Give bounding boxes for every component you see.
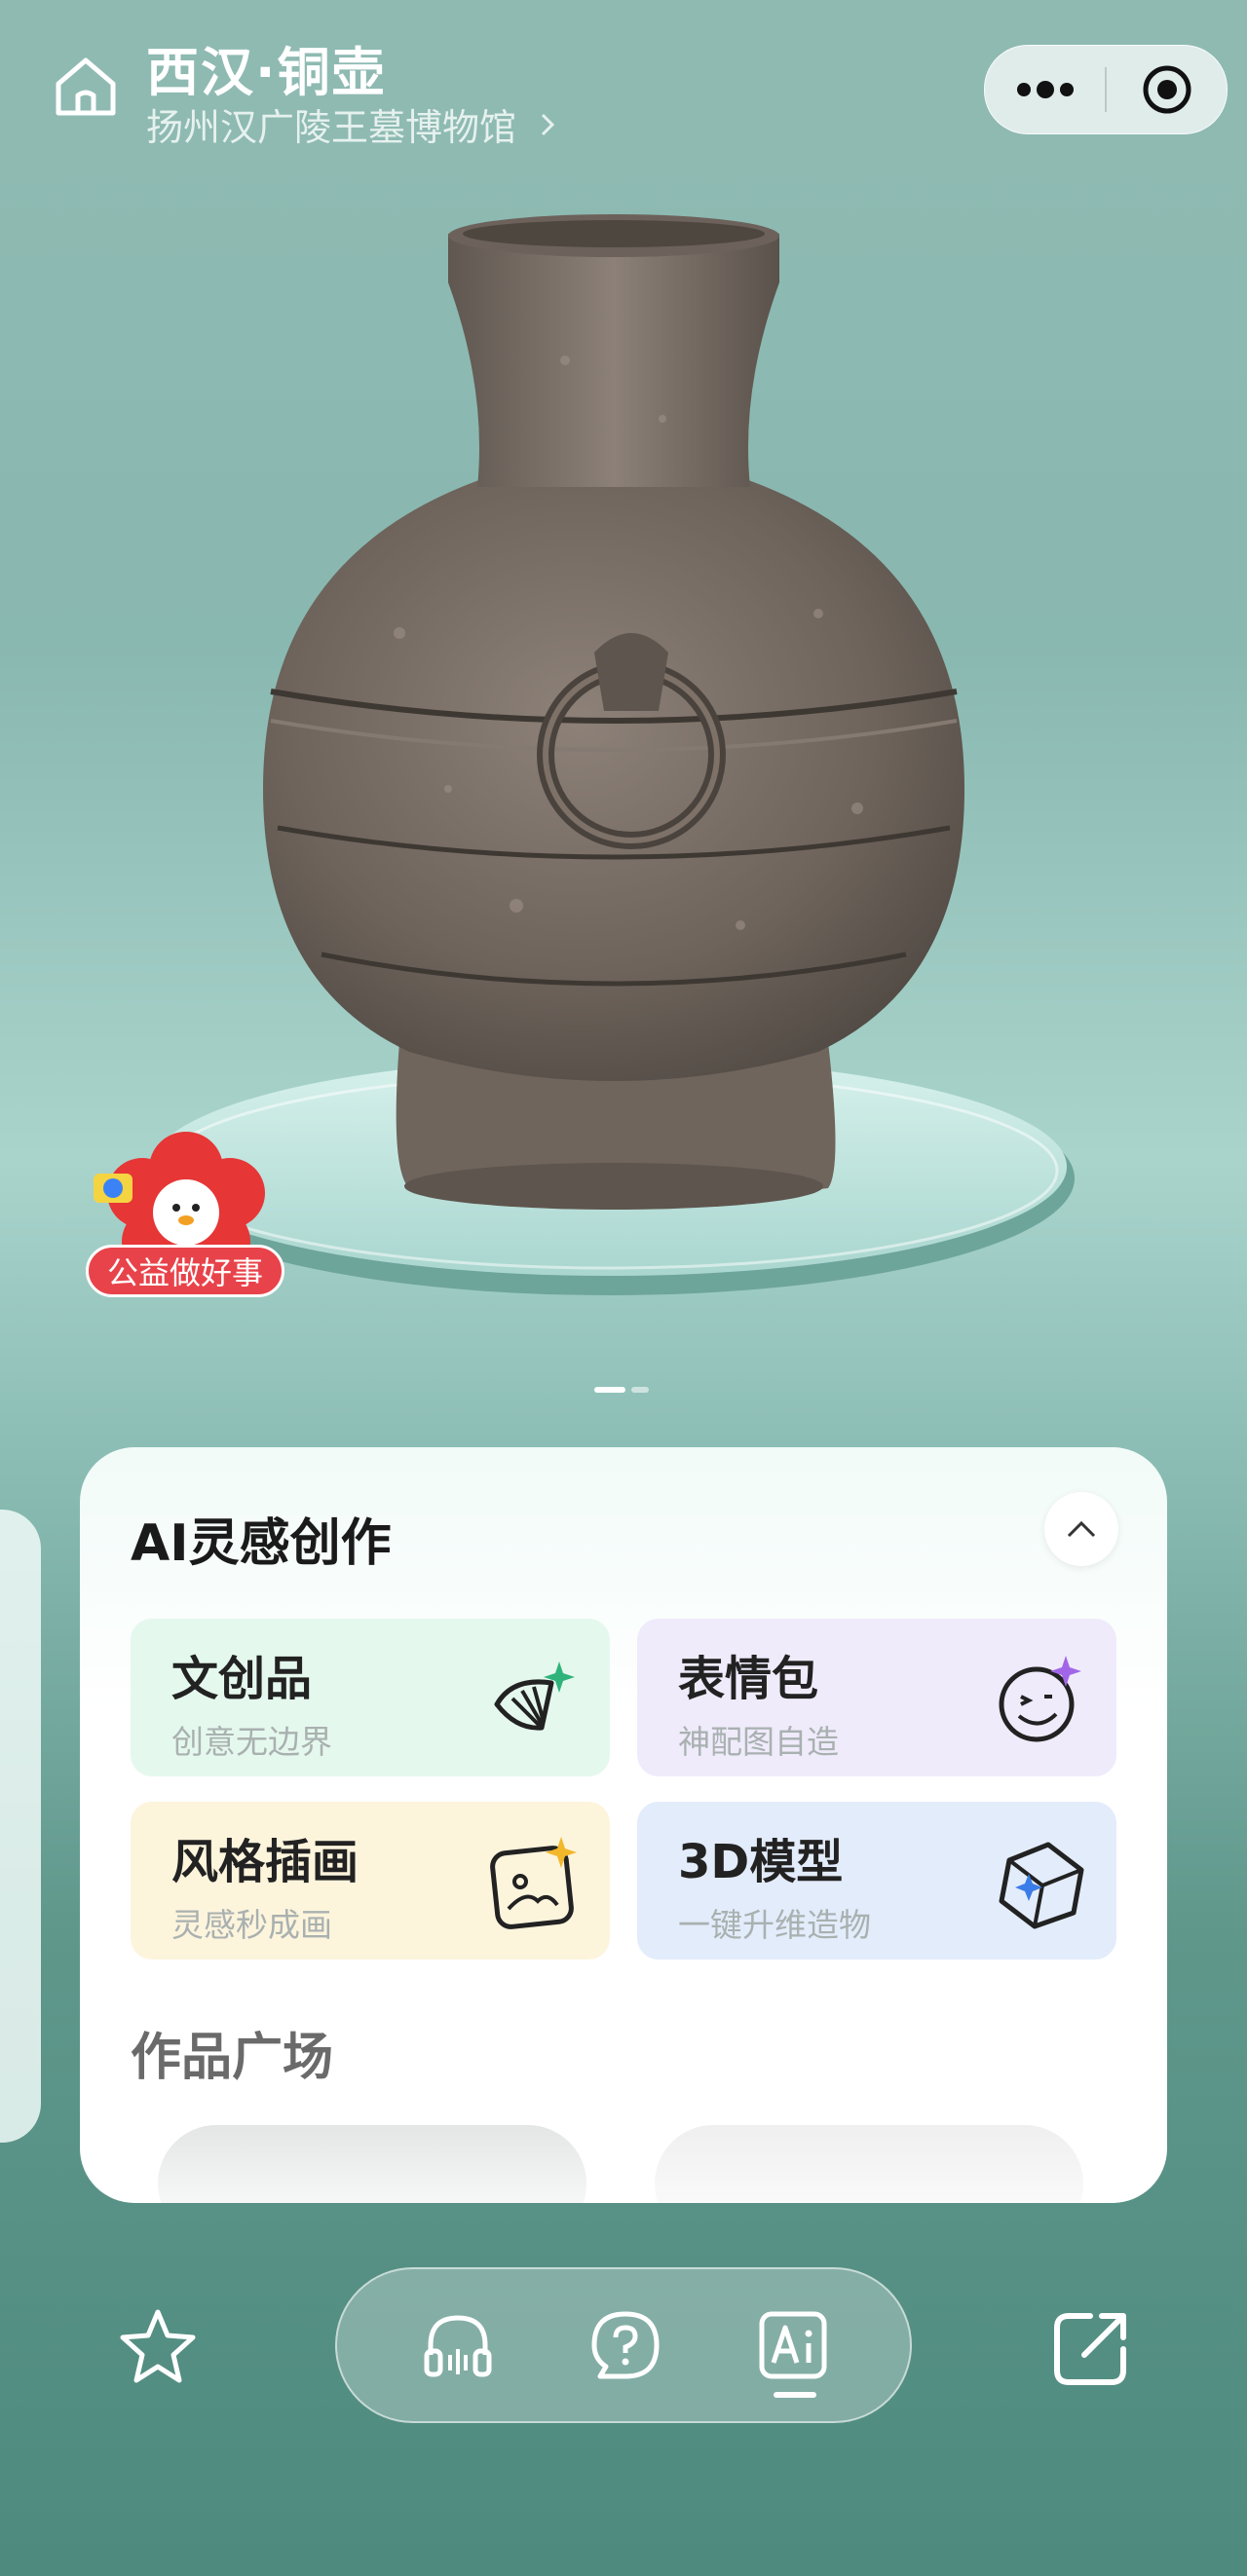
face-sparkle-icon (999, 1656, 1081, 1742)
target-icon (1143, 65, 1190, 114)
gallery-title: 作品广场 (131, 2029, 334, 2087)
card-subtitle: 灵感秒成画 (171, 1906, 332, 1944)
more-button[interactable] (985, 46, 1105, 133)
bottom-tab-bar (335, 2267, 912, 2423)
ai-creation-panel: AI灵感创作 文创品 创意无边界 表情包 神配图自造 风格插画 灵感秒成画 3D… (80, 1447, 1167, 2203)
card-title: 表情包 (678, 1652, 819, 1706)
card-subtitle: 创意无边界 (171, 1723, 332, 1761)
audio-guide-icon[interactable] (419, 2306, 497, 2384)
card-cultural-product[interactable]: 文创品 创意无边界 (131, 1619, 610, 1776)
close-miniprogram-button[interactable] (1107, 46, 1227, 133)
star-icon[interactable] (115, 2304, 201, 2390)
carousel-dot (631, 1387, 649, 1393)
card-3d-model[interactable]: 3D模型 一键升维造物 (637, 1802, 1116, 1960)
active-tab-indicator (774, 2392, 816, 2398)
previous-panel-peek[interactable] (0, 1510, 41, 2143)
museum-link[interactable]: 扬州汉广陵王墓博物馆 (146, 97, 557, 151)
miniprogram-capsule (984, 45, 1228, 134)
museum-name: 扬州汉广陵王墓博物馆 (146, 106, 517, 149)
ai-icon[interactable] (754, 2306, 832, 2384)
question-icon[interactable] (586, 2306, 664, 2384)
card-title: 3D模型 (678, 1835, 844, 1889)
picture-sparkle-icon (490, 1837, 577, 1929)
card-sticker[interactable]: 表情包 神配图自造 (637, 1619, 1116, 1776)
charity-badge-label[interactable]: 公益做好事 (86, 1245, 284, 1297)
bronze-pot-image[interactable] (156, 205, 1101, 1325)
card-illustration[interactable]: 风格插画 灵感秒成画 (131, 1802, 610, 1960)
carousel-indicator (594, 1387, 649, 1393)
panel-title: AI灵感创作 (131, 1514, 392, 1573)
cube-sparkle-icon (999, 1842, 1084, 1929)
collapse-button[interactable] (1044, 1492, 1118, 1566)
share-icon[interactable] (1047, 2304, 1135, 2392)
more-dots-icon (1016, 81, 1074, 98)
card-subtitle: 神配图自造 (678, 1723, 839, 1761)
card-title: 风格插画 (171, 1835, 359, 1889)
fan-sparkle-icon (494, 1661, 575, 1731)
gallery-thumbnail[interactable] (158, 2125, 586, 2203)
card-subtitle: 一键升维造物 (678, 1906, 871, 1944)
card-title: 文创品 (171, 1652, 313, 1706)
carousel-dot-active (594, 1387, 625, 1393)
chevron-right-icon (541, 113, 555, 135)
gallery-thumbnail[interactable] (655, 2125, 1083, 2203)
chevron-up-icon (1067, 1520, 1096, 1538)
page-title: 西汉·铜壶 (146, 42, 387, 103)
home-icon[interactable] (51, 51, 121, 121)
